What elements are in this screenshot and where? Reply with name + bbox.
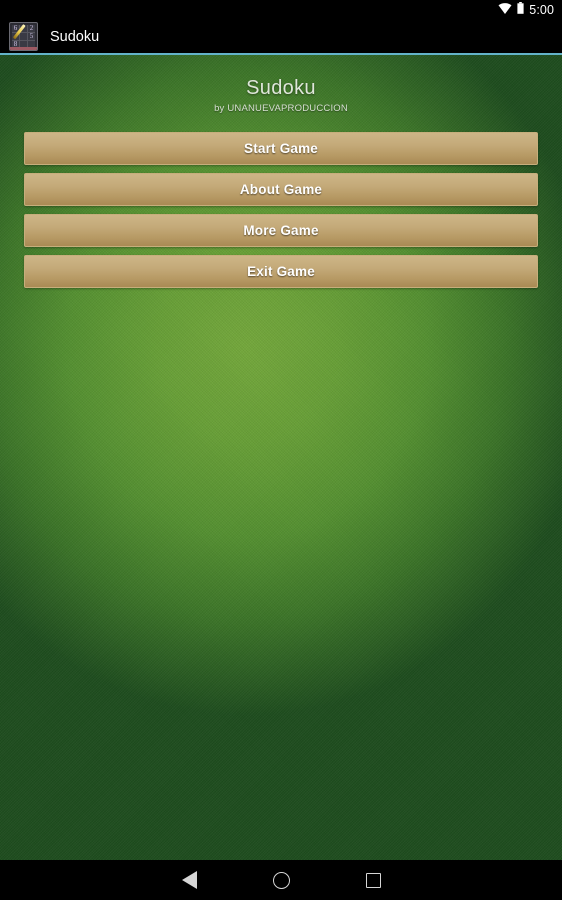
nav-home-button[interactable] bbox=[264, 863, 298, 897]
status-bar: 5:00 bbox=[0, 0, 562, 20]
icon-base-strip bbox=[10, 47, 37, 50]
status-bar-clock: 5:00 bbox=[529, 3, 554, 17]
home-circle-icon bbox=[272, 871, 290, 889]
recents-square-icon bbox=[365, 872, 381, 888]
icon-cell bbox=[20, 33, 27, 40]
navigation-bar bbox=[0, 860, 562, 900]
about-game-button[interactable]: About Game bbox=[24, 173, 538, 206]
start-game-button[interactable]: Start Game bbox=[24, 132, 538, 165]
wifi-icon bbox=[498, 1, 512, 19]
nav-recents-button[interactable] bbox=[356, 863, 390, 897]
app-title: Sudoku bbox=[50, 28, 100, 45]
icon-cell: 2 bbox=[28, 24, 35, 32]
icon-cell: 5 bbox=[28, 32, 35, 40]
more-game-button[interactable]: More Game bbox=[24, 214, 538, 247]
action-bar: 6 2 5 8 Sudoku bbox=[0, 20, 562, 53]
sudoku-grid-icon: 6 2 5 8 bbox=[9, 22, 38, 51]
back-triangle-icon bbox=[181, 871, 197, 889]
battery-icon bbox=[517, 1, 524, 19]
status-bar-icons: 5:00 bbox=[498, 0, 554, 20]
main-content: Sudoku by UNANUEVAPRODUCCION Start Game … bbox=[0, 55, 562, 860]
android-screen: 5:00 6 2 5 8 Sudoku Sudoku by UNANUEVAPR… bbox=[0, 0, 562, 900]
page-subtitle: by UNANUEVAPRODUCCION bbox=[214, 103, 348, 114]
main-menu: Start Game About Game More Game Exit Gam… bbox=[0, 132, 562, 288]
page-title: Sudoku bbox=[246, 77, 316, 99]
exit-game-button[interactable]: Exit Game bbox=[24, 255, 538, 288]
nav-back-button[interactable] bbox=[172, 863, 206, 897]
